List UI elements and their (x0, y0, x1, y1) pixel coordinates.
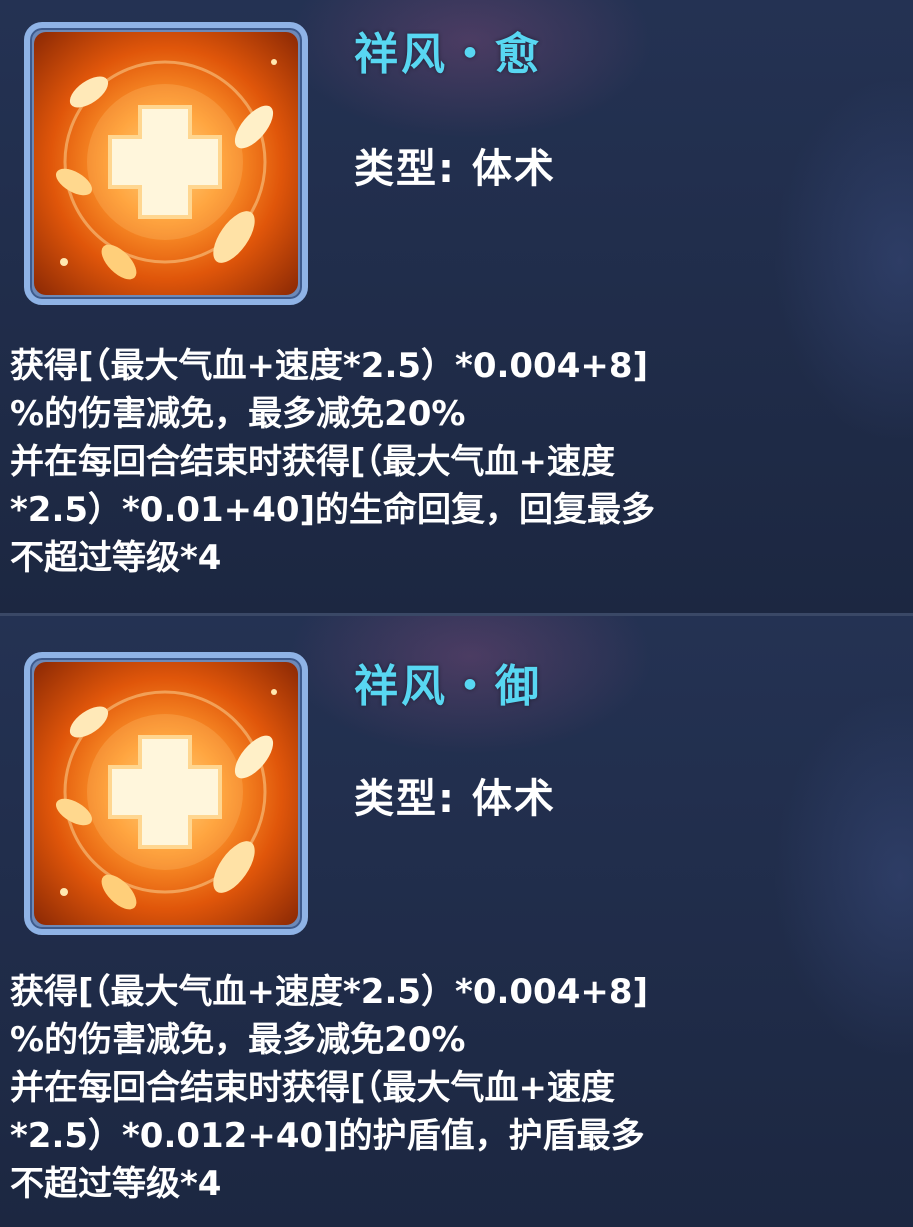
skill-description: 获得[（最大气血+速度*2.5）*0.004+8] %的伤害减免，最多减免20%… (10, 968, 906, 1208)
skill-card-1: 祥风・愈 类型: 体术 获得[（最大气血+速度*2.5）*0.004+8] %的… (0, 0, 913, 613)
skill-card-2: 祥风・御 类型: 体术 获得[（最大气血+速度*2.5）*0.004+8] %的… (0, 613, 913, 1227)
skill-type: 类型: 体术 (354, 146, 556, 192)
skill-icon-frame[interactable] (24, 22, 308, 305)
desc-line: 并在每回合结束时获得[（最大气血+速度 (10, 1068, 616, 1108)
desc-line: *2.5）*0.01+40]的生命回复，回复最多 (10, 490, 656, 530)
skill-name: 祥风・御 (354, 661, 542, 712)
desc-line: 并在每回合结束时获得[（最大气血+速度 (10, 442, 616, 482)
desc-line: 获得[（最大气血+速度*2.5）*0.004+8] (10, 972, 649, 1012)
desc-line: *2.5）*0.012+40]的护盾值，护盾最多 (10, 1116, 645, 1156)
desc-line: %的伤害减免，最多减免20% (10, 394, 466, 434)
desc-line: 不超过等级*4 (10, 538, 222, 578)
desc-line: %的伤害减免，最多减免20% (10, 1020, 466, 1060)
heal-cross-leaves-icon (34, 32, 298, 295)
skill-icon-frame[interactable] (24, 652, 308, 935)
heal-cross-leaves-icon (34, 662, 298, 925)
skill-name: 祥风・愈 (354, 29, 542, 80)
desc-line: 不超过等级*4 (10, 1164, 222, 1204)
skill-description: 获得[（最大气血+速度*2.5）*0.004+8] %的伤害减免，最多减免20%… (10, 342, 906, 582)
desc-line: 获得[（最大气血+速度*2.5）*0.004+8] (10, 346, 649, 386)
skill-type: 类型: 体术 (354, 776, 556, 822)
